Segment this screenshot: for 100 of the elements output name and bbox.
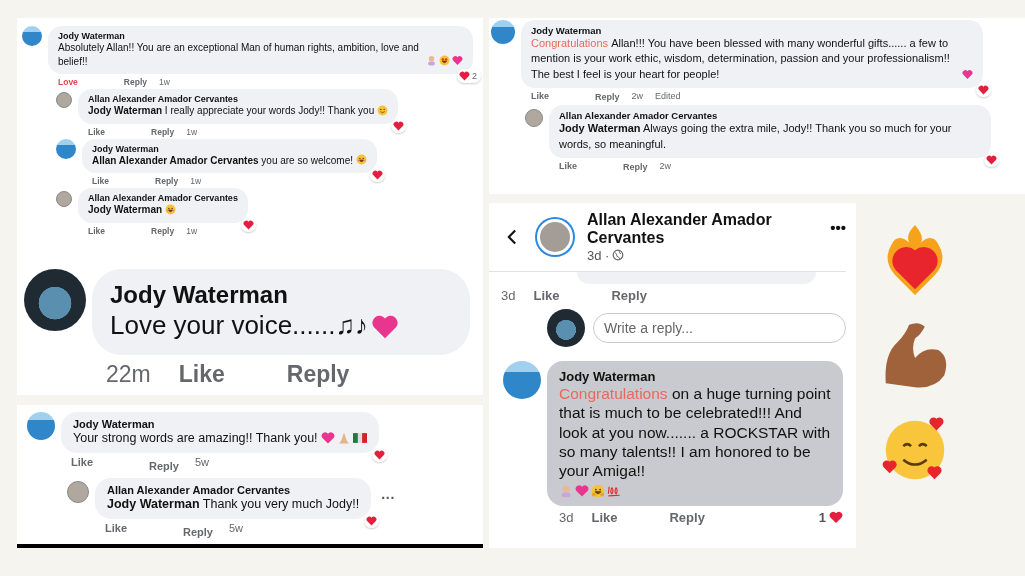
heart-icon [829, 510, 843, 524]
timestamp: 3d · [587, 247, 610, 263]
comment-text: Jody Waterman Thank you very much Jody!! [107, 495, 360, 513]
author-name[interactable]: Jody Waterman [110, 281, 288, 309]
comment-text: Jody Waterman [88, 203, 163, 217]
reply-link[interactable]: Reply [611, 287, 647, 303]
edited-label: Edited [655, 91, 681, 103]
avatar [547, 308, 585, 347]
like-link[interactable]: Like [92, 176, 109, 186]
comment-text: Your strong words are amazing!! Thank you! [73, 430, 318, 447]
author-name[interactable]: Allan Alexander Amador Cervantes [587, 211, 821, 248]
heart-icon [986, 154, 997, 165]
like-link[interactable]: Like [71, 455, 93, 472]
like-link[interactable]: Like [105, 521, 127, 538]
like-link[interactable]: Like [88, 126, 105, 137]
timestamp: 2w [659, 160, 672, 172]
reply-link[interactable]: Reply [151, 126, 175, 137]
heart-icon [372, 170, 384, 180]
reaction-count: 1 [818, 509, 827, 525]
comment-text: Congratulations Allan!!! You have been blessed with many wonderful gifts...... a few to mention is your work ethic, wisdom, determination, passion and your professionalism!! The best I feel is your heart for people! [531, 36, 951, 82]
reply-link[interactable]: Reply [123, 77, 147, 87]
heart-icon [366, 515, 378, 526]
reply-link[interactable]: Reply [595, 92, 620, 103]
author-name[interactable]: Jody Waterman [559, 368, 656, 384]
reply-link[interactable]: Reply [623, 161, 648, 172]
comment-text: Jody Waterman I really appreciate your words Jody!! Thank you [88, 104, 375, 118]
author-name[interactable]: Jody Waterman [92, 143, 159, 154]
timestamp: 3d [559, 509, 574, 525]
like-link[interactable]: Like [178, 360, 225, 388]
timestamp: 1w [186, 126, 198, 137]
person-emoji-icon [426, 55, 437, 66]
heart-icon [978, 85, 989, 96]
avatar [56, 138, 76, 159]
heart-icon [393, 120, 405, 131]
author-name[interactable]: Jody Waterman [73, 418, 155, 430]
avatar [56, 191, 72, 207]
timestamp: 5w [229, 521, 244, 536]
flag-icon [352, 430, 367, 445]
avatar [27, 412, 55, 440]
reply-link[interactable]: Reply [151, 225, 175, 236]
heart-emoji-icon [320, 430, 335, 445]
avatar [56, 92, 72, 108]
comment-text: Congratulations on a huge turning point that is much to be celebrated!!! And look at you now....... a ROCKSTAR with so many talents!! I am honored to be your Amiga!! [559, 384, 832, 481]
timestamp: 1w [186, 225, 198, 236]
heart-emoji-icon [962, 69, 973, 81]
reaction-badge[interactable]: 2 [457, 69, 481, 83]
reply-input[interactable]: Write a reply... [593, 312, 846, 343]
avatar [537, 218, 573, 255]
author-name[interactable]: Allan Alexander Amador Cervantes [559, 110, 718, 122]
like-link[interactable]: Like [531, 91, 549, 103]
like-link[interactable]: Like [559, 160, 577, 172]
reply-link[interactable]: Reply [183, 525, 213, 538]
more-options-button[interactable]: ••• [830, 219, 846, 236]
reply-link[interactable]: Reply [149, 459, 179, 472]
reaction-badge[interactable] [371, 447, 387, 462]
face-emoji-icon [439, 55, 450, 66]
comment-text: Allan Alexander Amador Cervantes you are so welcome! [92, 154, 354, 167]
heart-icon [242, 219, 254, 230]
author-name[interactable]: Allan Alexander Amador Cervantes [88, 193, 238, 203]
reaction-count: 2 [472, 71, 478, 81]
author-name[interactable]: Jody Waterman [58, 31, 125, 41]
person-emoji-icon [559, 483, 573, 498]
reply-link[interactable]: Reply [669, 509, 705, 525]
like-link[interactable]: Like [88, 225, 105, 236]
comment-text: Love your voice......♫♪ [110, 309, 368, 342]
timestamp: 3d [501, 287, 516, 303]
face-emoji-icon [165, 203, 177, 215]
reply-link[interactable]: Reply [286, 360, 350, 388]
back-icon[interactable] [507, 228, 517, 245]
avatar [525, 109, 543, 128]
author-name[interactable]: Allan Alexander Amador Cervantes [107, 483, 291, 496]
reaction-badge[interactable] [240, 217, 256, 232]
heart-emoji-icon [575, 483, 589, 498]
like-link[interactable]: Like [533, 287, 560, 303]
reaction-summary[interactable]: 1 [818, 509, 843, 525]
author-name[interactable]: Jody Waterman [531, 25, 602, 36]
reply-link[interactable]: Reply [155, 176, 179, 186]
timestamp: 1w [159, 77, 170, 87]
timestamp: 22m [106, 360, 151, 388]
avatar [491, 20, 515, 44]
timestamp: 5w [195, 455, 210, 470]
comment-text: Jody Waterman Always going the extra mile, Jody!! Thank you so much for your words, so meaningful. [559, 121, 953, 152]
face-emoji-icon [377, 104, 389, 116]
reaction-badge[interactable] [976, 83, 991, 98]
reaction-badge[interactable] [370, 168, 386, 182]
author-name[interactable]: Allan Alexander Amador Cervantes [88, 94, 238, 104]
comment-text: Absolutely Allan!! You are an exceptional Man of human rights, ambition, love and belief!! [58, 41, 420, 68]
globe-icon [612, 249, 625, 262]
more-options-button[interactable]: ··· [381, 490, 396, 507]
reaction-badge[interactable] [391, 118, 407, 133]
face-emoji-icon [356, 154, 368, 165]
avatar [503, 360, 541, 399]
like-link[interactable]: Like [591, 509, 618, 525]
heart-emoji-icon [452, 55, 463, 66]
reaction-badge[interactable] [364, 513, 380, 528]
avatar [67, 480, 89, 503]
heart-icon [373, 449, 385, 460]
reaction-badge[interactable] [984, 152, 999, 167]
avatar [22, 26, 42, 46]
like-link[interactable]: Love [58, 77, 78, 87]
